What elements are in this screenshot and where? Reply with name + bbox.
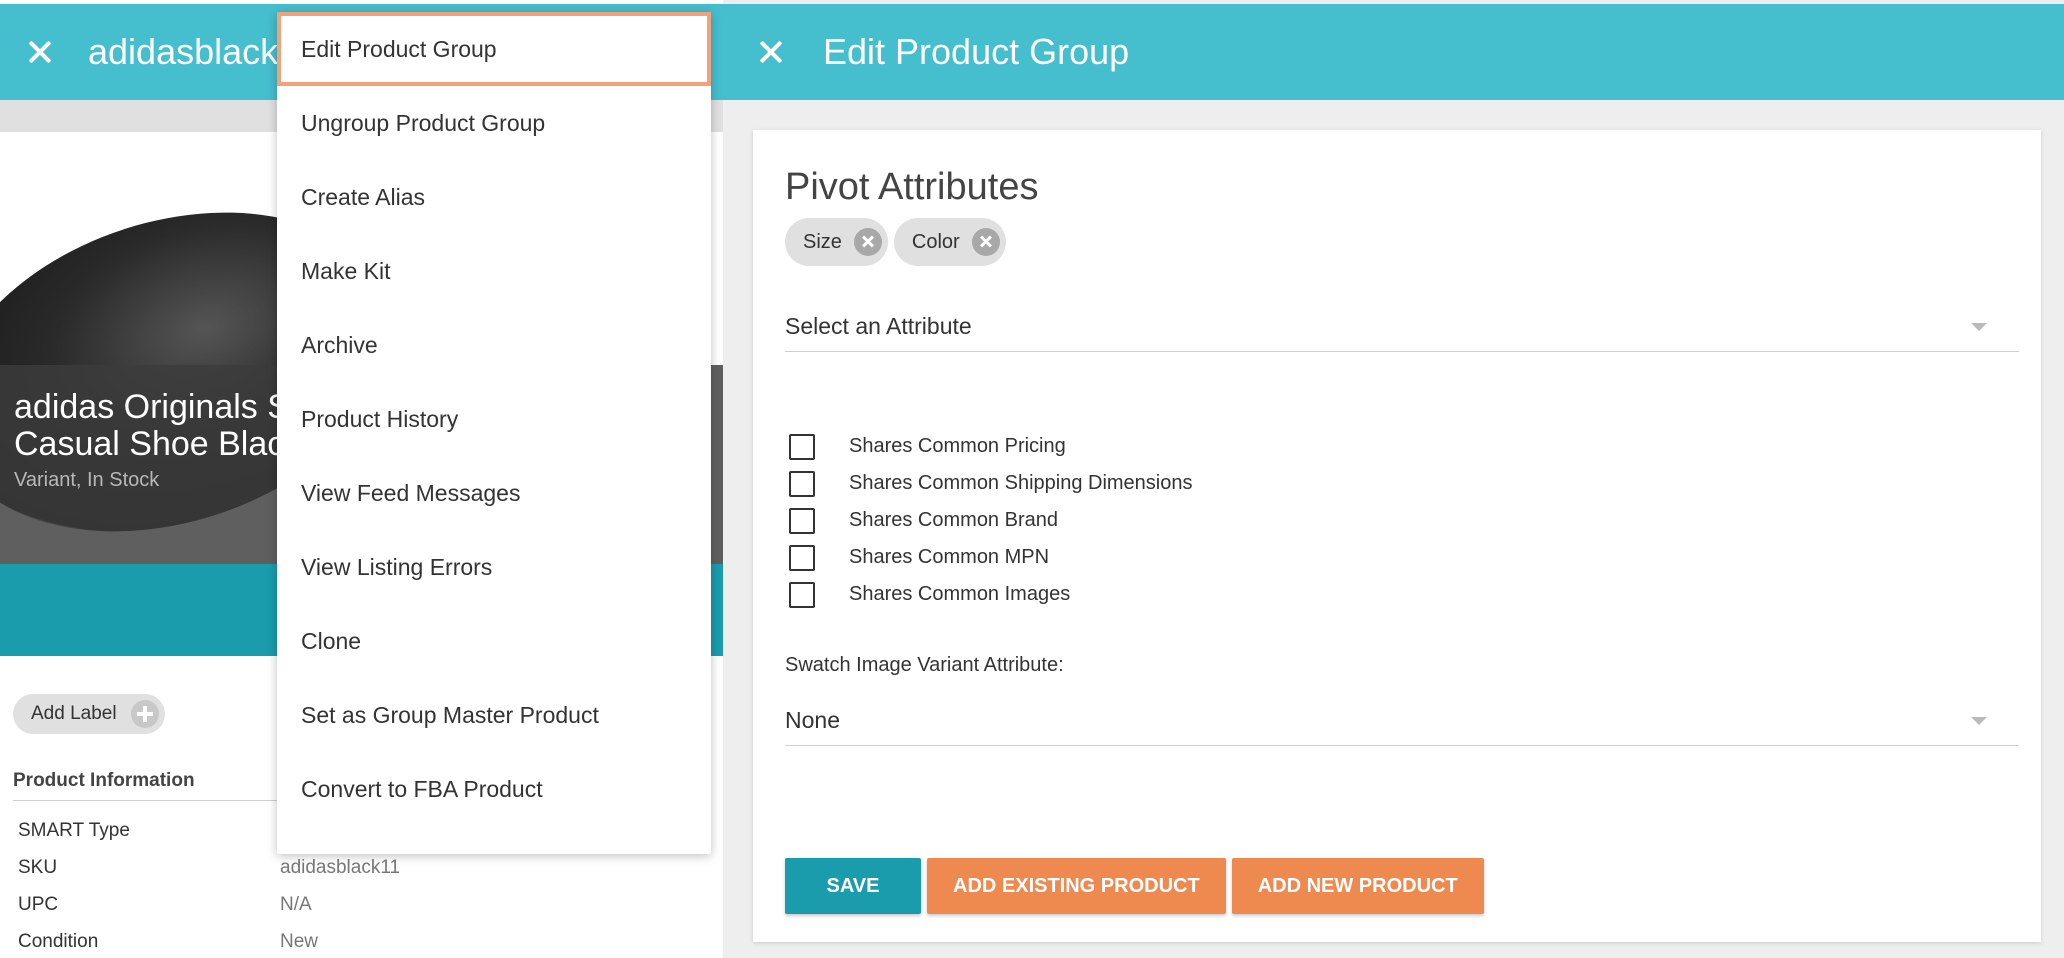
chip-label: Size: [803, 230, 842, 253]
menu-item-set-group-master[interactable]: Set as Group Master Product: [277, 678, 711, 752]
right-header: Edit Product Group: [723, 4, 2064, 100]
menu-item-clone[interactable]: Clone: [277, 604, 711, 678]
checkbox-row-pricing: Shares Common Pricing: [785, 428, 1193, 465]
shares-pricing-checkbox[interactable]: [789, 433, 815, 460]
checkbox-label: Shares Common Pricing: [849, 435, 1066, 457]
info-value: New: [280, 930, 319, 952]
menu-item-view-feed-messages[interactable]: View Feed Messages: [277, 456, 711, 530]
menu-item-make-kit[interactable]: Make Kit: [277, 234, 711, 308]
info-value: adidasblack11: [280, 856, 401, 878]
shares-mpn-checkbox[interactable]: [789, 544, 815, 571]
pivot-attribute-chips: Size Color: [785, 218, 1006, 266]
menu-item-archive[interactable]: Archive: [277, 308, 711, 382]
shares-shipping-checkbox[interactable]: [789, 470, 815, 497]
info-key: Condition: [18, 930, 99, 952]
attribute-chip-color: Color: [893, 218, 1006, 266]
add-label-text: Add Label: [31, 703, 117, 724]
edit-group-card: Pivot Attributes Size Color Select an At…: [753, 130, 2041, 942]
swatch-label: Swatch Image Variant Attribute:: [785, 654, 1064, 676]
product-actions-menu: Edit Product Group Ungroup Product Group…: [277, 12, 711, 854]
chip-label: Color: [911, 230, 960, 253]
checkbox-label: Shares Common MPN: [849, 546, 1050, 568]
attribute-chip-size: Size: [785, 218, 888, 266]
checkbox-label: Shares Common Images: [849, 583, 1071, 605]
checkbox-label: Shares Common Brand: [849, 509, 1058, 531]
shared-attributes-checkboxes: Shares Common Pricing Shares Common Ship…: [785, 428, 1193, 613]
add-existing-product-button[interactable]: ADD EXISTING PRODUCT: [927, 858, 1226, 914]
action-buttons: SAVE ADD EXISTING PRODUCT ADD NEW PRODUC…: [785, 858, 1484, 914]
info-row: UPC N/A: [18, 886, 668, 923]
menu-item-convert-to-fba[interactable]: Convert to FBA Product: [277, 752, 711, 826]
add-new-product-button[interactable]: ADD NEW PRODUCT: [1231, 858, 1484, 914]
close-icon[interactable]: [751, 32, 791, 72]
close-icon[interactable]: [20, 32, 60, 72]
info-value: N/A: [280, 893, 312, 915]
section-title: Pivot Attributes: [785, 166, 1039, 208]
caret-down-icon: [1971, 716, 1987, 725]
checkbox-label: Shares Common Shipping Dimensions: [849, 472, 1193, 494]
remove-icon[interactable]: [853, 228, 882, 256]
attribute-select[interactable]: Select an Attribute: [785, 302, 2019, 352]
caret-down-icon: [1971, 322, 1987, 331]
info-row: SKU adidasblack11: [18, 849, 668, 886]
checkbox-row-images: Shares Common Images: [785, 576, 1193, 613]
remove-icon[interactable]: [971, 228, 1000, 256]
checkbox-row-shipping: Shares Common Shipping Dimensions: [785, 465, 1193, 502]
info-row: Condition New: [18, 923, 668, 958]
menu-item-ungroup-product-group[interactable]: Ungroup Product Group: [277, 86, 711, 160]
panel-title: Edit Product Group: [823, 31, 1130, 72]
shares-brand-checkbox[interactable]: [789, 507, 815, 534]
checkbox-row-mpn: Shares Common MPN: [785, 539, 1193, 576]
swatch-select-value: None: [785, 707, 840, 733]
menu-item-edit-product-group[interactable]: Edit Product Group: [277, 12, 711, 86]
checkbox-row-brand: Shares Common Brand: [785, 502, 1193, 539]
menu-item-create-alias[interactable]: Create Alias: [277, 160, 711, 234]
info-key: SMART Type: [18, 819, 130, 841]
attribute-select-placeholder: Select an Attribute: [785, 313, 972, 339]
plus-icon: [130, 700, 159, 728]
edit-product-group-panel: Edit Product Group Pivot Attributes Size…: [723, 0, 2064, 958]
info-key: UPC: [18, 893, 59, 915]
swatch-attribute-select[interactable]: None: [785, 696, 2019, 746]
save-button[interactable]: SAVE: [785, 858, 921, 914]
shares-images-checkbox[interactable]: [789, 581, 815, 608]
info-key: SKU: [18, 856, 58, 878]
menu-item-product-history[interactable]: Product History: [277, 382, 711, 456]
menu-item-view-listing-errors[interactable]: View Listing Errors: [277, 530, 711, 604]
add-label-button[interactable]: Add Label: [13, 694, 165, 734]
